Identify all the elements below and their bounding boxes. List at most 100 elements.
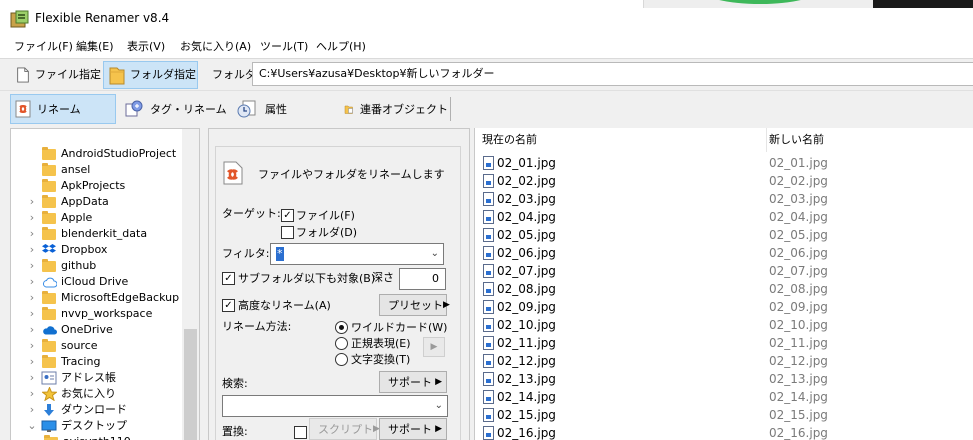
tree-item[interactable]: › Tracing (27, 354, 100, 370)
tree-item[interactable]: › nvvp_workspace (27, 306, 152, 322)
folder-icon (41, 258, 57, 274)
expand-arrow-icon[interactable]: › (27, 274, 37, 290)
tree-item[interactable]: › MicrosoftEdgeBackup (27, 290, 179, 306)
tree-item[interactable]: AndroidStudioProject (27, 146, 176, 162)
regex-options-button[interactable]: ▶ (423, 337, 445, 357)
tree-item[interactable]: ansel (27, 162, 90, 178)
column-current-name[interactable]: 現在の名前 (482, 133, 537, 147)
replace-support-button[interactable]: サポート ▶ (379, 418, 447, 440)
tab-rename[interactable]: リネーム (10, 94, 116, 124)
search-support-label: サポート (388, 376, 432, 389)
expand-arrow-icon[interactable]: › (27, 306, 37, 322)
tree-item[interactable]: ApkProjects (27, 178, 125, 194)
column-divider[interactable] (766, 128, 767, 152)
target-folder-label: フォルダ(D) (296, 226, 358, 239)
expand-arrow-icon[interactable]: › (27, 210, 37, 226)
folder-mode-button[interactable]: フォルダ指定 (103, 61, 198, 89)
tree-scrollbar-thumb[interactable] (184, 329, 197, 440)
file-row[interactable]: 02_16.jpg 02_16.jpg (475, 424, 973, 440)
tree-item[interactable]: › OneDrive (27, 322, 113, 338)
file-list[interactable]: 現在の名前 新しい名前 02_01.jpg 02_01.jpg 02_02.jpg 0… (474, 128, 973, 440)
menu-view[interactable]: 表示(V) (127, 40, 165, 54)
file-row[interactable]: 02_12.jpg 02_12.jpg (475, 352, 973, 370)
subfolder-checkbox[interactable]: ✓ (222, 272, 235, 285)
expand-arrow-icon[interactable]: ⌄ (27, 418, 37, 434)
depth-input[interactable]: 0 (399, 268, 446, 290)
tab-tag-rename[interactable]: タグ・リネーム (120, 94, 230, 124)
expand-arrow-icon[interactable]: › (27, 322, 37, 338)
menu-file[interactable]: ファイル(F) (14, 40, 73, 54)
file-row[interactable]: 02_15.jpg 02_15.jpg (475, 406, 973, 424)
menu-edit[interactable]: 編集(E) (76, 40, 114, 54)
tree-item[interactable]: › お気に入り (27, 386, 116, 402)
file-row[interactable]: 02_01.jpg 02_01.jpg (475, 154, 973, 172)
expand-arrow-icon[interactable]: › (27, 226, 37, 242)
current-name: 02_06.jpg (497, 246, 556, 260)
replace-script-checkbox[interactable] (294, 426, 307, 439)
file-row[interactable]: 02_03.jpg 02_03.jpg (475, 190, 973, 208)
tree-item[interactable]: › source (27, 338, 98, 354)
file-row[interactable]: 02_11.jpg 02_11.jpg (475, 334, 973, 352)
menu-help[interactable]: ヘルプ(H) (316, 40, 366, 54)
folder-tree[interactable]: AndroidStudioProject ansel ApkProjects › App… (10, 128, 200, 440)
tree-item[interactable]: avisynth110 (29, 434, 131, 440)
file-row[interactable]: 02_08.jpg 02_08.jpg (475, 280, 973, 298)
folder-path-input[interactable]: C:¥Users¥azusa¥Desktop¥新しいフォルダー (252, 62, 973, 86)
tab-serial-object[interactable]: 連番オブジェクト (340, 94, 448, 124)
method-convert-radio[interactable] (335, 353, 348, 366)
expand-arrow-icon[interactable]: › (27, 338, 37, 354)
target-folder-checkbox[interactable] (281, 226, 294, 239)
menu-favorites[interactable]: お気に入り(A) (180, 40, 251, 54)
tree-item[interactable]: › blenderkit_data (27, 226, 147, 242)
file-row[interactable]: 02_04.jpg 02_04.jpg (475, 208, 973, 226)
method-regex-radio[interactable] (335, 337, 348, 350)
file-icon (17, 67, 29, 83)
tree-item-label: blenderkit_data (61, 227, 148, 240)
tree-item[interactable]: › Dropbox (27, 242, 108, 258)
file-row[interactable]: 02_06.jpg 02_06.jpg (475, 244, 973, 262)
file-row[interactable]: 02_02.jpg 02_02.jpg (475, 172, 973, 190)
new-name: 02_02.jpg (769, 174, 828, 188)
expand-arrow-icon[interactable]: › (27, 370, 37, 386)
expand-arrow-icon[interactable]: › (27, 402, 37, 418)
tree-item[interactable]: › ダウンロード (27, 402, 127, 418)
search-combo[interactable]: ⌄ (222, 395, 448, 417)
expand-arrow-icon[interactable]: › (27, 242, 37, 258)
file-row[interactable]: 02_07.jpg 02_07.jpg (475, 262, 973, 280)
tree-item[interactable]: › Apple (27, 210, 92, 226)
replace-label: 置換: (222, 425, 248, 438)
tree-item[interactable]: › github (27, 258, 96, 274)
advanced-rename-checkbox[interactable]: ✓ (222, 299, 235, 312)
tree-item[interactable]: ⌄ デスクトップ (27, 418, 127, 434)
column-new-name[interactable]: 新しい名前 (769, 133, 824, 147)
tree-item[interactable]: › iCloud Drive (27, 274, 129, 290)
tree-item[interactable]: › アドレス帳 (27, 370, 116, 386)
expand-arrow-icon[interactable]: › (27, 386, 37, 402)
file-row[interactable]: 02_09.jpg 02_09.jpg (475, 298, 973, 316)
file-mode-button[interactable]: ファイル指定 (12, 61, 101, 89)
script-button[interactable]: スクリプト ▶ (309, 418, 380, 440)
file-row[interactable]: 02_10.jpg 02_10.jpg (475, 316, 973, 334)
image-file-icon (483, 426, 494, 440)
preset-button[interactable]: プリセット ▶ (379, 294, 450, 316)
image-file-icon (483, 192, 494, 206)
menu-tools[interactable]: ツール(T) (260, 40, 308, 54)
expand-arrow-icon[interactable]: › (27, 194, 37, 210)
filter-combo[interactable]: * ⌄ (270, 243, 444, 265)
expand-arrow-icon[interactable]: › (27, 258, 37, 274)
new-name: 02_09.jpg (769, 300, 828, 314)
search-support-button[interactable]: サポート ▶ (379, 371, 447, 393)
target-file-checkbox[interactable]: ✓ (281, 209, 294, 222)
expand-arrow-icon[interactable]: › (27, 290, 37, 306)
tab-attributes[interactable]: 属性 (233, 94, 337, 124)
method-wildcard-radio[interactable] (335, 321, 348, 334)
new-name: 02_06.jpg (769, 246, 828, 260)
file-row[interactable]: 02_05.jpg 02_05.jpg (475, 226, 973, 244)
tab-tag-rename-label: タグ・リネーム (150, 103, 227, 116)
current-name: 02_04.jpg (497, 210, 556, 224)
expand-arrow-icon[interactable]: › (27, 354, 37, 370)
file-row[interactable]: 02_14.jpg 02_14.jpg (475, 388, 973, 406)
tree-item[interactable]: › AppData (27, 194, 109, 210)
file-row[interactable]: 02_13.jpg 02_13.jpg (475, 370, 973, 388)
image-file-icon (483, 408, 494, 422)
